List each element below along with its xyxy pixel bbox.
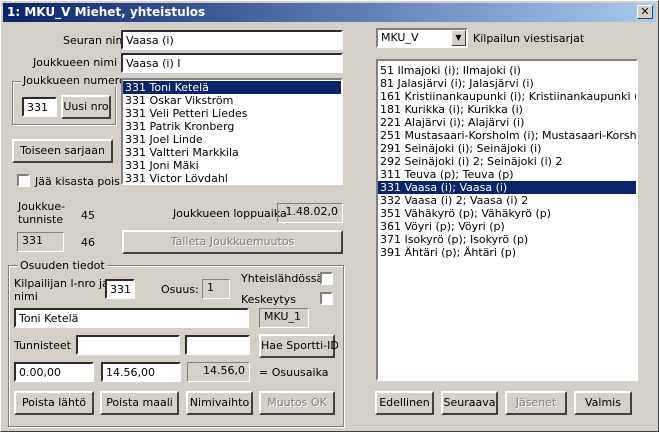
done-button[interactable]: Valmis [574, 391, 632, 415]
runner-no-label-1: Kilpailijan l-nro ja [14, 277, 109, 290]
interrupt-label: Keskeytys [241, 293, 296, 306]
runner-list[interactable]: 331 Toni Ketelä 331 Oskar Vikström 331 Vel… [121, 78, 343, 185]
runner-list-item[interactable]: 331 Veli Petteri Liedes [123, 107, 341, 120]
series-label: Kilpailun viestisarjat [473, 32, 585, 45]
runner-list-item[interactable]: 331 Valtteri Markkila [123, 146, 341, 159]
series-value: MKU_1 [259, 308, 309, 328]
leg-label: Osuus: [161, 283, 199, 296]
team-list-item[interactable]: 291 Seinäjoki (i); Seinäjoki (i) [378, 142, 636, 155]
save-team-button[interactable]: Talleta Joukkuemuutos [122, 230, 343, 254]
final-time-label: Joukkueen loppuaika [173, 207, 287, 220]
runner-list-item[interactable]: 331 Patrik Kronberg [123, 120, 341, 133]
start-time-input[interactable]: 0.00,00 [14, 362, 94, 382]
runner-list-item[interactable]: 331 Joni Mäki [123, 159, 341, 172]
tag-input-2[interactable] [185, 335, 250, 355]
team-edit-window: 1: MKU_V Miehet, yhteistulos ✕ Seuran ni… [0, 0, 659, 432]
runner-list-item[interactable]: 331 Victor Lövdahl [123, 172, 341, 183]
tags-label: Tunnisteet [14, 339, 71, 352]
new-number-button[interactable]: Uusi nro [61, 95, 111, 119]
team-list-item[interactable]: 391 Ähtäri (p); Ähtäri (p) [378, 246, 636, 259]
team-list[interactable]: 51 Ilmajoki (i); Ilmajoki (i) 81 Jalasjä… [376, 59, 638, 381]
team-list-item[interactable]: 332 Vaasa (i) 2; Vaasa (i) 2 [378, 194, 636, 207]
runner-no-input[interactable]: 331 [105, 279, 135, 299]
team-list-item[interactable]: 361 Vöyri (p); Vöyri (p) [378, 220, 636, 233]
club-name-input[interactable]: Vaasa (i) [121, 30, 343, 50]
series-select[interactable]: MKU_V ▼ [376, 28, 468, 48]
common-start-label: Yhteislähdössä [241, 272, 324, 285]
members-button[interactable]: Jäsenet [505, 391, 567, 415]
runner-list-item[interactable]: 331 Toni Ketelä [123, 81, 341, 94]
team-list-item[interactable]: 161 Kristiinankaupunki (i); Kristiinanka… [378, 90, 636, 103]
team-name-label: Joukkueen nimi [33, 56, 118, 69]
team-list-item[interactable]: 221 Alajärvi (i); Alajärvi (i) [378, 116, 636, 129]
leg-value: 1 [202, 279, 230, 299]
window-title: 1: MKU_V Miehet, yhteistulos [7, 5, 206, 19]
common-start-checkbox[interactable] [320, 272, 333, 285]
leg-info-group-title: Osuuden tiedot [18, 259, 107, 272]
other-series-button[interactable]: Toiseen sarjaan [12, 139, 113, 163]
prev-button[interactable]: Edellinen [375, 391, 434, 415]
team-id-label-2: tunniste [18, 213, 64, 226]
team-number-input[interactable]: 331 [22, 97, 57, 117]
team-name-input[interactable]: Vaasa (i) I [121, 53, 343, 73]
team-list-item[interactable]: 371 Isokyrö (p); Isokyrö (p) [378, 233, 636, 246]
leg-time-value: 14.56,0 [187, 362, 250, 382]
final-time-value: 1.48.02,0 [277, 203, 343, 223]
series-select-value: MKU_V [381, 31, 419, 44]
team-id-box: 331 [17, 232, 64, 252]
stay-out-checkbox[interactable] [17, 174, 30, 187]
team-list-item[interactable]: 292 Seinäjoki (i) 2; Seinäjoki (i) 2 [378, 155, 636, 168]
close-icon[interactable]: ✕ [637, 5, 653, 19]
team-number-group-title: Joukkueen numero [21, 74, 128, 87]
interrupt-checkbox[interactable] [320, 292, 333, 305]
chevron-down-icon[interactable]: ▼ [451, 30, 466, 46]
next-button[interactable]: Seuraava [441, 391, 498, 415]
remove-start-button[interactable]: Poista lähtö [14, 391, 94, 415]
team-list-item[interactable]: 311 Teuva (p); Teuva (p) [378, 168, 636, 181]
changes-ok-button[interactable]: Muutos OK [259, 391, 335, 415]
team-id-value-1: 45 [81, 209, 95, 222]
team-list-item[interactable]: 331 Vaasa (i); Vaasa (i) [378, 181, 636, 194]
runner-list-item[interactable]: 331 Joel Linde [123, 133, 341, 146]
runner-list-item[interactable]: 331 Oskar Vikström [123, 94, 341, 107]
leg-time-label: = Osuusaika [259, 366, 329, 379]
team-id-value-2: 46 [81, 236, 95, 249]
title-bar: 1: MKU_V Miehet, yhteistulos ✕ [3, 3, 656, 22]
club-name-label: Seuran nimi [63, 34, 130, 47]
runner-name-input[interactable]: Toni Ketelä [14, 308, 249, 328]
remove-finish-button[interactable]: Poista maali [100, 391, 179, 415]
runner-no-label-2: nimi [14, 290, 38, 303]
team-list-item[interactable]: 351 Vähäkyrö (p); Vähäkyrö (p) [378, 207, 636, 220]
team-id-label-1: Joukkue- [18, 200, 66, 213]
fetch-sportti-button[interactable]: Hae Sportti-ID [259, 334, 339, 358]
team-list-item[interactable]: 81 Jalasjärvi (i); Jalasjärvi (i) [378, 77, 636, 90]
team-list-item[interactable]: 181 Kurikka (i); Kurikka (i) [378, 103, 636, 116]
end-time-input[interactable]: 14.56,00 [101, 362, 181, 382]
tag-input-1[interactable] [76, 335, 180, 355]
stay-out-label: Jää kisasta pois [35, 175, 120, 188]
team-list-item[interactable]: 251 Mustasaari-Korsholm (i); Mustasaari-… [378, 129, 636, 142]
team-list-item[interactable]: 51 Ilmajoki (i); Ilmajoki (i) [378, 64, 636, 77]
name-swap-button[interactable]: Nimivaihto [186, 391, 253, 415]
